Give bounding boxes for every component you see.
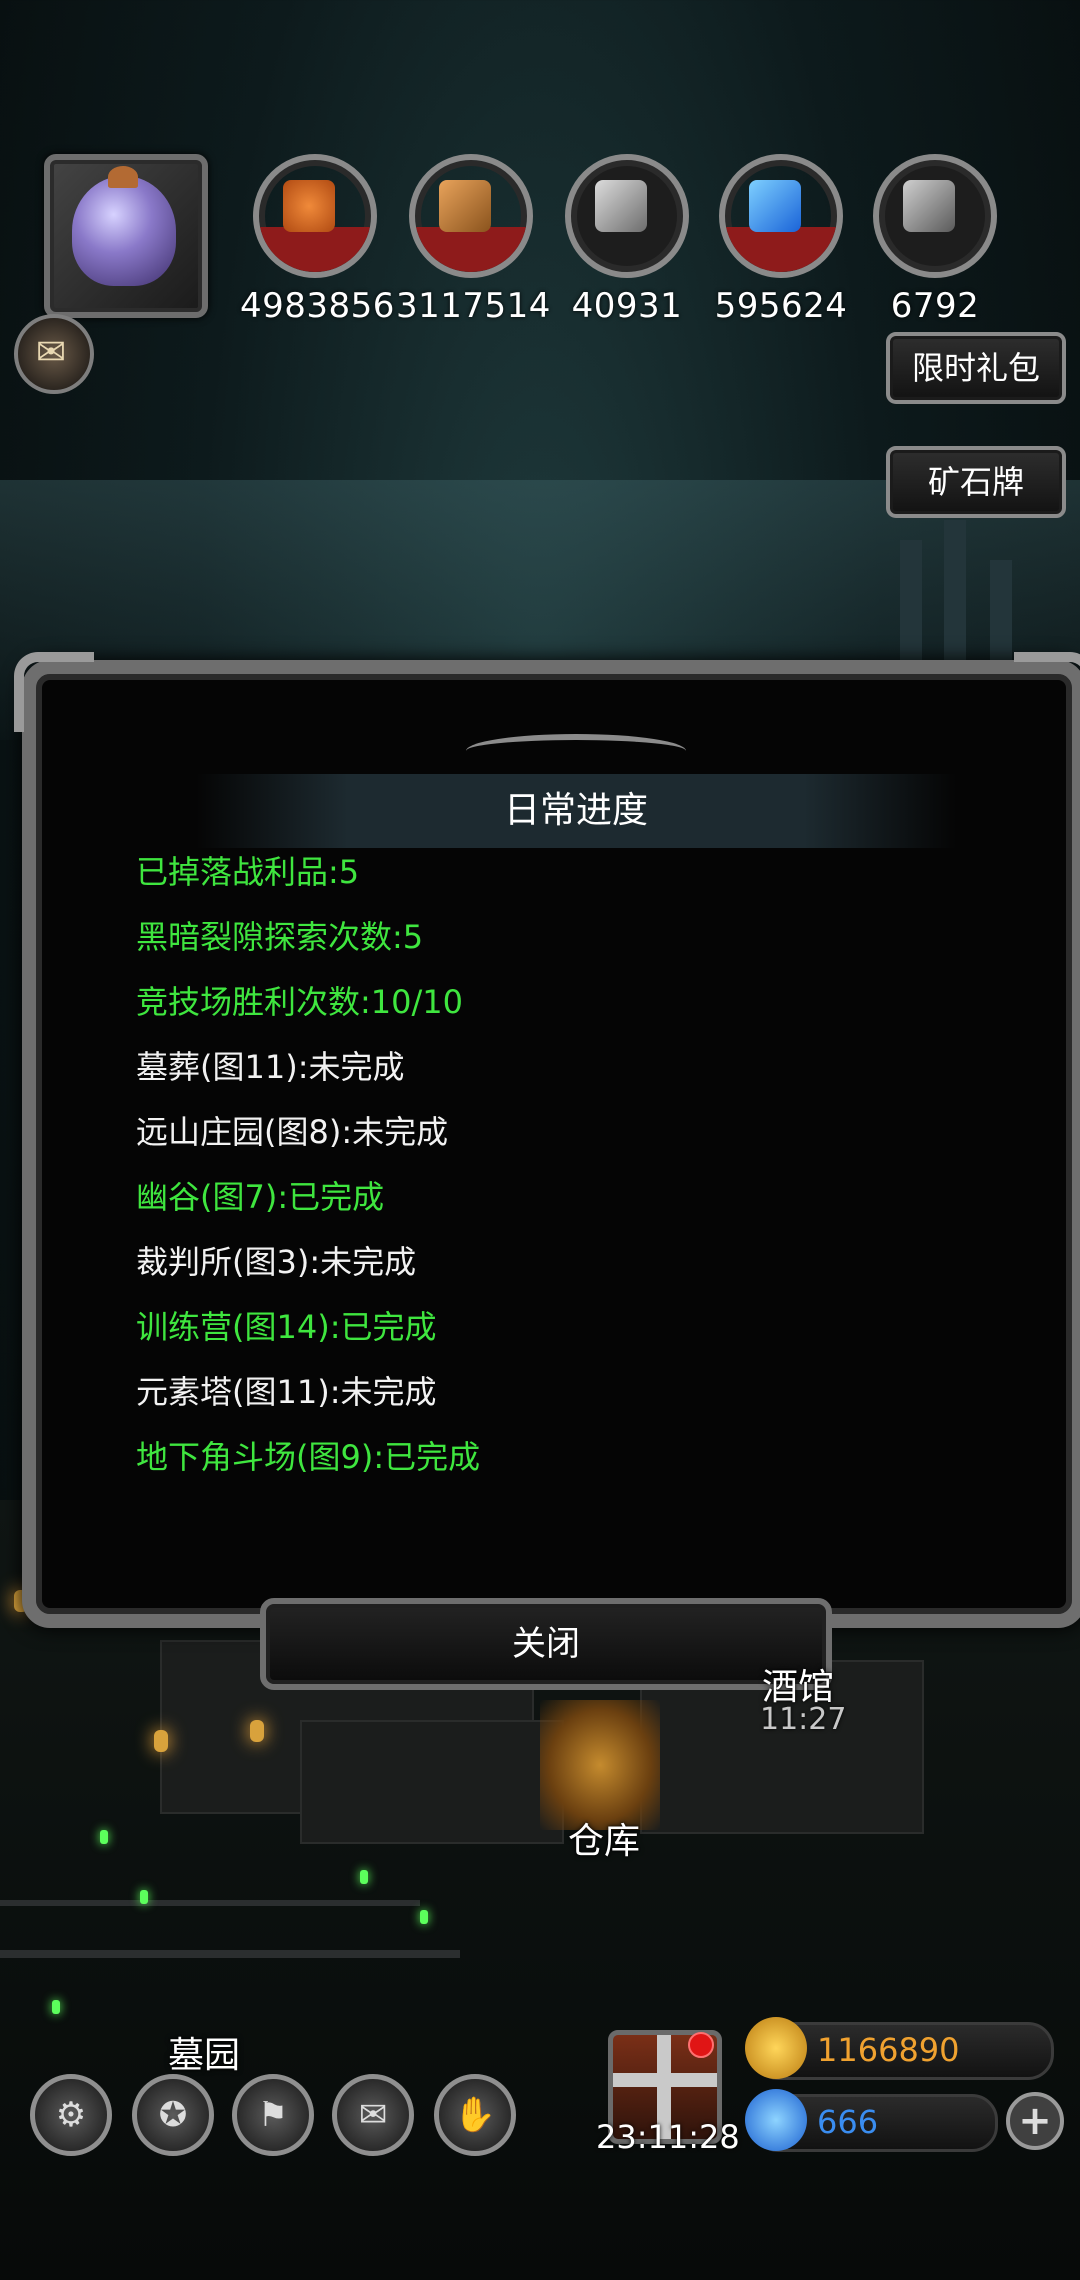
achievement-star-icon[interactable]: ✪ [132,2074,214,2156]
ore-resource-icon [873,154,997,278]
player-avatar[interactable] [44,154,208,318]
resource-value: 4983856 [240,286,395,326]
warehouse-building [300,1720,564,1844]
resource-wood[interactable]: 3117514 [396,154,551,326]
wood-resource-icon [409,154,533,278]
scroll-quest-button[interactable]: ✉ [14,314,94,394]
limited-pack-button[interactable]: 限时礼包 [886,332,1066,404]
resource-ore[interactable]: 6792 [860,154,1010,326]
graveyard-fence [0,1950,460,1958]
graveyard-fence [0,1900,420,1906]
resource-value: 6792 [890,286,980,326]
gift-timer: 23:11:28 [596,2118,740,2156]
settings-gear-icon[interactable]: ⚙ [30,2074,112,2156]
resource-value: 3117514 [396,286,551,326]
resource-meat[interactable]: 4983856 [240,154,395,326]
grave-candle [52,2000,60,2014]
iron-resource-icon [565,154,689,278]
list-item: 训练营(图14):已完成 [136,1308,437,1346]
title-ornament [466,734,686,768]
add-gems-button[interactable]: + [1006,2092,1064,2150]
resource-crystal[interactable]: 595624 [706,154,856,326]
castle-spire [900,540,922,680]
list-item: 黑暗裂隙探索次数:5 [136,918,424,956]
list-item: 元素塔(图11):未完成 [136,1373,437,1411]
jellyfish-avatar-icon [72,176,176,286]
list-item: 地下角斗场(图9):已完成 [136,1438,481,1476]
warehouse-label[interactable]: 仓库 [568,1812,640,1864]
resource-iron[interactable]: 40931 [552,154,702,326]
mail-icon[interactable]: ✉ [332,2074,414,2156]
scroll-icon: ✉ [36,332,67,373]
list-item: 裁判所(图3):未完成 [136,1243,417,1281]
castle-spire [944,520,966,680]
list-item: 墓葬(图11):未完成 [136,1048,405,1086]
notification-dot [688,2032,714,2058]
list-item: 远山庄园(图8):未完成 [136,1113,449,1151]
gem-counter: 666 [745,2089,998,2152]
list-item: 幽谷(图7):已完成 [136,1178,385,1216]
gold-counter: 1166890 [745,2017,1054,2080]
gold-value: 1166890 [817,2031,960,2069]
ore-card-button[interactable]: 矿石牌 [886,446,1066,518]
grave-candle [100,1830,108,1844]
lantern [250,1720,264,1742]
hero-banner-icon[interactable]: ⚑ [232,2074,314,2156]
meat-resource-icon [253,154,377,278]
grave-candle [140,1890,148,1904]
progress-list[interactable]: 已掉落战利品:5 黑暗裂隙探索次数:5 竞技场胜利次数:10/10 墓葬(图11… [136,840,936,1516]
resource-value: 595624 [714,286,848,326]
gold-coins-icon [745,2017,807,2079]
crystal-resource-icon [719,154,843,278]
tavern-timer: 11:27 [760,1702,847,1737]
resource-value: 40931 [571,286,683,326]
warehouse-gate-glow [540,1700,660,1830]
dialog-title: 日常进度 [503,790,648,831]
list-item: 竞技场胜利次数:10/10 [136,983,464,1021]
blue-gem-icon [745,2089,807,2151]
lantern [154,1730,168,1752]
graveyard-label[interactable]: 墓园 [168,2026,240,2078]
gem-value: 666 [817,2103,879,2141]
crown-icon [108,166,138,188]
dialog-title-band: 日常进度 [196,774,956,848]
list-item: 已掉落战利品:5 [136,853,360,891]
handshake-icon[interactable]: ✋ [434,2074,516,2156]
grave-candle [420,1910,428,1924]
grave-candle [360,1870,368,1884]
close-button[interactable]: 关闭 [260,1598,832,1690]
